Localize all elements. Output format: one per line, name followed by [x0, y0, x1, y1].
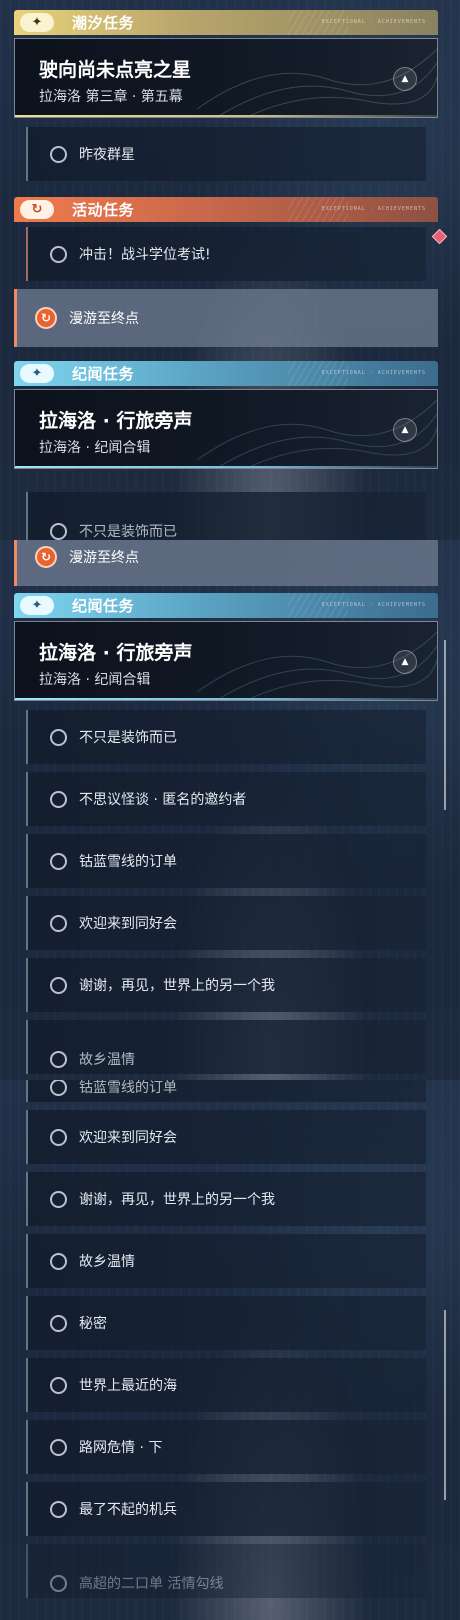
quest-item-partial[interactable]: 故乡温情 — [26, 1020, 426, 1074]
quest-item[interactable]: 谢谢，再见，世界上的另一个我 — [26, 958, 426, 1012]
return-arrow-icon: ↻ — [20, 200, 54, 219]
quest-card-subtitle: 拉海洛 · 纪闻合辑 — [39, 440, 151, 456]
scrollbar[interactable] — [444, 1310, 446, 1500]
header-deco-text: EXCEPTIONAL · ACHIEVEMENTS — [321, 602, 426, 608]
circle-status-icon — [50, 728, 67, 746]
header-deco-text: EXCEPTIONAL · ACHIEVEMENTS — [321, 370, 426, 376]
circle-status-icon — [50, 976, 67, 994]
quest-item-selected[interactable]: ↻ 漫游至终点 — [14, 540, 438, 586]
circle-status-icon — [50, 1500, 67, 1518]
quest-item[interactable]: 故乡温情 — [26, 1234, 426, 1288]
tide-quest-header[interactable]: ✦ 潮汐任务 EXCEPTIONAL · ACHIEVEMENTS — [14, 10, 438, 35]
circle-status-icon — [50, 790, 67, 808]
quest-item-label: 秘密 — [79, 1316, 107, 1332]
quest-item[interactable]: 冲击！战斗学位考试! — [26, 227, 426, 281]
quest-item-label: 漫游至终点 — [69, 550, 139, 566]
lore-quest-label: 纪闻任务 — [72, 597, 135, 615]
quest-card-subtitle: 拉海洛 · 纪闻合辑 — [39, 672, 151, 688]
header-deco-text: EXCEPTIONAL · ACHIEVEMENTS — [321, 19, 426, 25]
quest-card-subtitle: 拉海洛 第三章 · 第五幕 — [39, 89, 183, 105]
circle-status-icon — [50, 852, 67, 870]
quest-item-label: 最了不起的机兵 — [79, 1502, 177, 1518]
quest-item-label: 漫游至终点 — [69, 311, 139, 327]
quest-card-tide[interactable]: 驶向尚未点亮之星 拉海洛 第三章 · 第五幕 ▲ — [14, 38, 438, 118]
quest-panel-2: ↻ 漫游至终点 ✦ 纪闻任务 EXCEPTIONAL · ACHIEVEMENT… — [0, 540, 460, 1080]
quest-item-partial[interactable]: 高超的二口单 活情勾线 — [26, 1544, 426, 1598]
event-quest-label: 活动任务 — [72, 201, 135, 219]
quest-item[interactable]: 钴蓝雪线的订单 — [26, 834, 426, 888]
quest-item-selected[interactable]: ↻ 漫游至终点 — [14, 289, 438, 347]
header-deco-text: EXCEPTIONAL · ACHIEVEMENTS — [321, 206, 426, 212]
quest-item-label: 钴蓝雪线的订单 — [79, 854, 177, 870]
circle-status-icon — [50, 1438, 67, 1456]
quest-item[interactable]: 不思议怪谈 · 匿名的邀约者 — [26, 772, 426, 826]
quest-item-label: 谢谢，再见，世界上的另一个我 — [79, 1192, 275, 1208]
quest-item-label: 冲击！战斗学位考试! — [79, 247, 211, 263]
quest-item-label: 不只是装饰而已 — [79, 524, 177, 540]
tide-quest-label: 潮汐任务 — [72, 14, 135, 32]
quest-item-label: 路网危情 · 下 — [79, 1440, 163, 1456]
circle-status-icon — [50, 1190, 67, 1208]
circle-status-icon — [50, 1128, 67, 1146]
quest-item[interactable]: 欢迎来到同好会 — [26, 1110, 426, 1164]
quest-item-label: 欢迎来到同好会 — [79, 916, 177, 932]
quest-item-label: 不思议怪谈 · 匿名的邀约者 — [79, 792, 247, 808]
quest-item[interactable]: 最了不起的机兵 — [26, 1482, 426, 1536]
event-quest-header[interactable]: ↻ 活动任务 EXCEPTIONAL · ACHIEVEMENTS — [14, 197, 438, 222]
quest-item-label: 故乡温情 — [79, 1052, 135, 1068]
quest-item[interactable]: 谢谢，再见，世界上的另一个我 — [26, 1172, 426, 1226]
quest-card-title: 驶向尚未点亮之星 — [39, 59, 192, 81]
circle-status-icon — [50, 1376, 67, 1394]
quest-card-lore[interactable]: 拉海洛 · 行旅旁声 拉海洛 · 纪闻合辑 ▲ — [14, 621, 438, 701]
alert-diamond-icon — [431, 228, 448, 245]
quest-item[interactable]: 昨夜群星 — [26, 127, 426, 181]
quest-item-label: 高超的二口单 活情勾线 — [79, 1576, 224, 1592]
circle-status-icon — [50, 914, 67, 932]
quest-item[interactable]: 路网危情 · 下 — [26, 1420, 426, 1474]
star-icon: ✦ — [20, 13, 54, 32]
collapse-chevron-icon[interactable]: ▲ — [393, 650, 417, 674]
quest-card-title: 拉海洛 · 行旅旁声 — [39, 642, 193, 664]
circle-status-icon — [50, 245, 67, 263]
quest-item-label: 谢谢，再见，世界上的另一个我 — [79, 978, 275, 994]
quest-panel-3: 钴蓝雪线的订单 欢迎来到同好会 谢谢，再见，世界上的另一个我 故乡温情 秘密 世… — [0, 1080, 460, 1620]
active-quest-icon: ↻ — [35, 546, 57, 568]
quest-item-label: 不只是装饰而已 — [79, 730, 177, 746]
quest-item-label: 钴蓝雪线的订单 — [79, 1080, 177, 1096]
quest-panel-1: ✦ 潮汐任务 EXCEPTIONAL · ACHIEVEMENTS 驶向尚未点亮… — [0, 0, 460, 540]
quest-item-partial[interactable]: 不只是装饰而已 — [26, 492, 426, 540]
quest-item[interactable]: 世界上最近的海 — [26, 1358, 426, 1412]
quest-card-title: 拉海洛 · 行旅旁声 — [39, 410, 193, 432]
lore-quest-label: 纪闻任务 — [72, 365, 135, 383]
quest-item-partial[interactable]: 钴蓝雪线的订单 — [26, 1080, 426, 1102]
collapse-chevron-icon[interactable]: ▲ — [393, 67, 417, 91]
quest-card-lore[interactable]: 拉海洛 · 行旅旁声 拉海洛 · 纪闻合辑 ▲ — [14, 389, 438, 469]
quest-item-label: 世界上最近的海 — [79, 1378, 177, 1394]
quest-item-label: 故乡温情 — [79, 1254, 135, 1270]
star-icon: ✦ — [20, 364, 54, 383]
quest-item-label: 欢迎来到同好会 — [79, 1130, 177, 1146]
star-icon: ✦ — [20, 596, 54, 615]
collapse-chevron-icon[interactable]: ▲ — [393, 418, 417, 442]
circle-status-icon — [50, 1314, 67, 1332]
circle-status-icon — [50, 145, 67, 163]
quest-item-label: 昨夜群星 — [79, 147, 135, 163]
scrollbar[interactable] — [444, 640, 446, 810]
lore-quest-header[interactable]: ✦ 纪闻任务 EXCEPTIONAL · ACHIEVEMENTS — [14, 361, 438, 386]
quest-item[interactable]: 欢迎来到同好会 — [26, 896, 426, 950]
circle-status-icon — [50, 1574, 67, 1592]
active-quest-icon: ↻ — [35, 307, 57, 329]
circle-status-icon — [50, 1252, 67, 1270]
circle-status-icon — [50, 1080, 67, 1096]
lore-quest-header[interactable]: ✦ 纪闻任务 EXCEPTIONAL · ACHIEVEMENTS — [14, 593, 438, 618]
circle-status-icon — [50, 1050, 67, 1068]
quest-item[interactable]: 不只是装饰而已 — [26, 710, 426, 764]
circle-status-icon — [50, 522, 67, 540]
quest-item[interactable]: 秘密 — [26, 1296, 426, 1350]
